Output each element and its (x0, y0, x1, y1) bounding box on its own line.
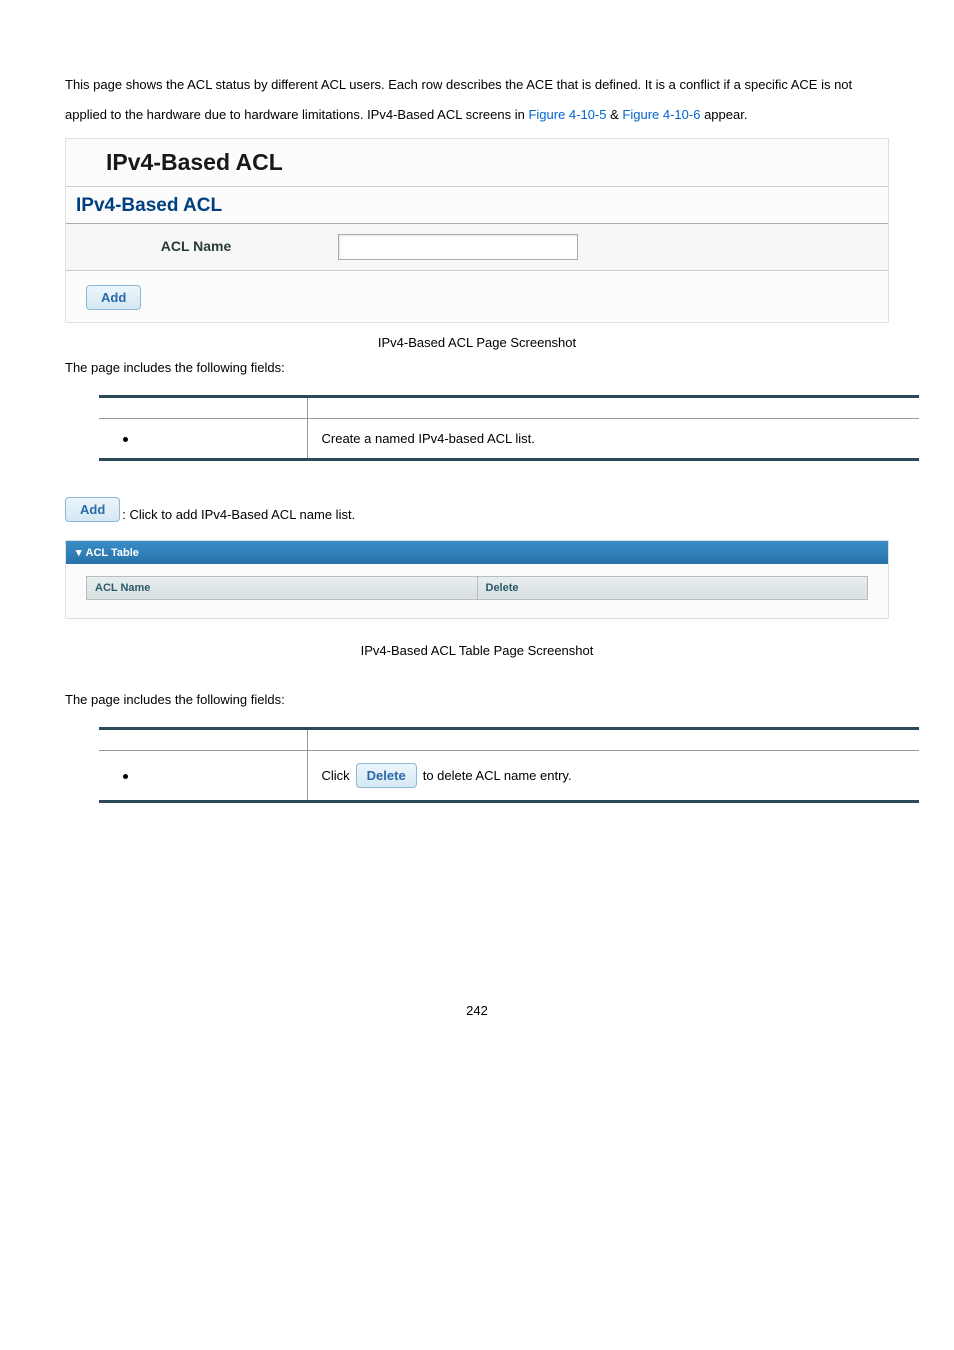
field-table-2: Click Delete to delete ACL name entry. (99, 727, 919, 803)
acl-table-panel: ▾ ACL Table ACL Name Delete (65, 540, 889, 619)
acl-table-header-text: ACL Table (86, 547, 139, 559)
delete-click-text: Click (322, 768, 350, 783)
delete-button[interactable]: Delete (356, 763, 417, 788)
chevron-down-icon: ▾ (76, 546, 82, 559)
acl-inner-table: ACL Name Delete (86, 576, 868, 600)
figure-link-1[interactable]: Figure 4-10-5 (528, 107, 606, 122)
table1-header-desc (307, 396, 919, 418)
field-table-1: Create a named IPv4-based ACL list. (99, 395, 919, 461)
bullet-icon (123, 437, 128, 442)
fields-intro-2: The page includes the following fields: (65, 692, 889, 707)
add-instruction-row: Add : Click to add IPv4-Based ACL name l… (65, 497, 889, 522)
delete-after-text: to delete ACL name entry. (423, 768, 572, 783)
figure-link-2[interactable]: Figure 4-10-6 (622, 107, 700, 122)
add-button-inline[interactable]: Add (65, 497, 120, 522)
table2-object-cell (99, 750, 307, 801)
table2-header-desc (307, 728, 919, 750)
add-instruction-text: : Click to add IPv4-Based ACL name list. (122, 507, 355, 522)
ipv4-acl-panel: IPv4-Based ACL IPv4-Based ACL ACL Name A… (65, 138, 889, 323)
intro-paragraph: This page shows the ACL status by differ… (65, 70, 889, 130)
bullet-icon (123, 774, 128, 779)
table2-header-object (99, 728, 307, 750)
acl-name-row: ACL Name (66, 224, 888, 271)
table1-header-object (99, 396, 307, 418)
section-header: IPv4-Based ACL (66, 187, 888, 224)
page-number: 242 (65, 1003, 889, 1018)
acl-name-input-cell (326, 224, 888, 270)
acl-name-input[interactable] (338, 234, 578, 260)
acl-name-label: ACL Name (66, 224, 326, 270)
screenshot-caption-1: IPv4-Based ACL Page Screenshot (65, 335, 889, 350)
screenshot-caption-2: IPv4-Based ACL Table Page Screenshot (65, 643, 889, 658)
add-button[interactable]: Add (86, 285, 141, 310)
add-button-wrapper: Add (66, 271, 888, 322)
acl-table-body: ACL Name Delete (66, 564, 888, 618)
acl-table-collapse-header[interactable]: ▾ ACL Table (66, 541, 888, 564)
table2-desc-cell: Click Delete to delete ACL name entry. (307, 750, 919, 801)
panel-title: IPv4-Based ACL (66, 139, 888, 187)
table1-object-cell (99, 418, 307, 459)
acl-table-col-name: ACL Name (87, 576, 478, 599)
intro-amp: & (607, 107, 623, 122)
acl-table-col-delete: Delete (477, 576, 868, 599)
table1-desc-cell: Create a named IPv4-based ACL list. (307, 418, 919, 459)
intro-text-2: appear. (700, 107, 747, 122)
fields-intro-1: The page includes the following fields: (65, 360, 889, 375)
